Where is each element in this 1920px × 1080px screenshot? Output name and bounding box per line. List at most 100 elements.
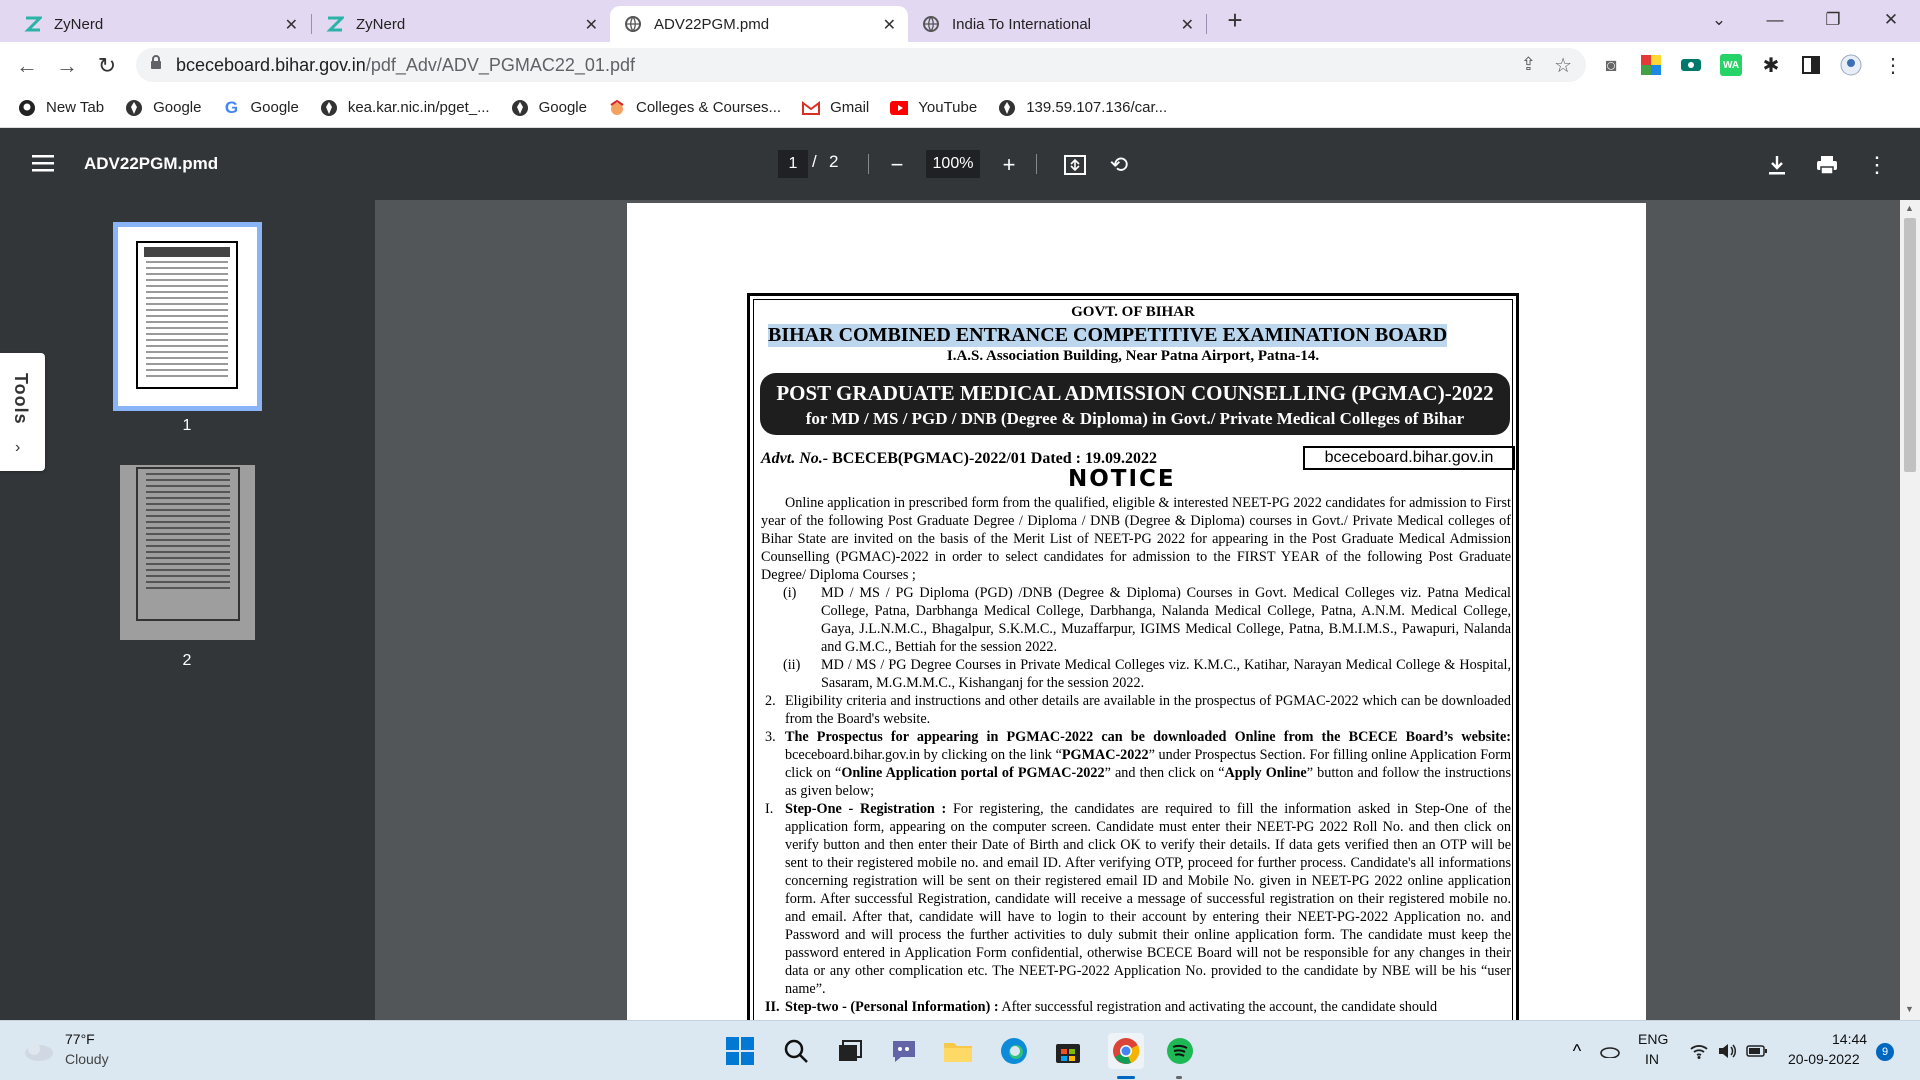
zoom-level-input[interactable]: 100% bbox=[926, 150, 980, 178]
notice-border: GOVT. OF BIHAR BIHAR COMBINED ENTRANCE C… bbox=[747, 293, 1519, 1033]
text-run: After successful registration and activa… bbox=[998, 999, 1438, 1015]
text-run: ” and then click on “ bbox=[1104, 765, 1225, 781]
page-thumbnail-2[interactable] bbox=[120, 465, 255, 640]
weather-condition: Cloudy bbox=[65, 1051, 109, 1067]
scroll-up-arrow-icon[interactable]: ▲ bbox=[1905, 203, 1914, 213]
vertical-scrollbar[interactable]: ▲ ▼ bbox=[1900, 200, 1920, 1020]
language-region[interactable]: IN bbox=[1645, 1051, 1659, 1067]
back-arrow-icon[interactable]: ← bbox=[12, 51, 42, 81]
tab-adv22pgm[interactable]: ADV22PGM.pmd ✕ bbox=[610, 6, 908, 42]
tab-india-to-international[interactable]: India To International ✕ bbox=[908, 6, 1206, 42]
close-icon[interactable]: ✕ bbox=[585, 15, 598, 35]
item-text: Eligibility criteria and instructions an… bbox=[785, 693, 1511, 727]
advt-value: BCECEB(PGMAC)-2022/01 Dated : 19.09.2022 bbox=[832, 450, 1157, 467]
globe-icon bbox=[998, 99, 1016, 117]
restore-icon[interactable]: ❐ bbox=[1808, 0, 1858, 40]
bookmark-google[interactable]: Google bbox=[511, 99, 587, 117]
color-extension-icon[interactable] bbox=[1640, 54, 1662, 76]
search-icon[interactable] bbox=[778, 1033, 814, 1069]
page-number-input[interactable]: 1 bbox=[778, 150, 808, 178]
meet-extension-icon[interactable] bbox=[1680, 54, 1702, 76]
tab-strip: ZyNerd ✕ ZyNerd ✕ ADV22PGM.pmd ✕ India T… bbox=[0, 0, 1920, 42]
print-icon[interactable] bbox=[1812, 150, 1842, 180]
bookmark-colleges[interactable]: Colleges & Courses... bbox=[608, 99, 781, 117]
cloud-weather-icon[interactable] bbox=[20, 1033, 56, 1069]
pdf-toolbar: ADV22PGM.pmd 1 / 2 − 100% + ⟲ ⋮ bbox=[0, 128, 1920, 200]
chrome-icon[interactable] bbox=[1108, 1033, 1144, 1069]
notification-badge[interactable]: 9 bbox=[1876, 1043, 1894, 1061]
reload-icon[interactable]: ↻ bbox=[92, 51, 122, 81]
google-icon: G bbox=[224, 97, 239, 117]
chevron-right-icon: › bbox=[15, 439, 21, 456]
wifi-icon[interactable] bbox=[1684, 1033, 1714, 1069]
new-tab-plus-icon[interactable]: + bbox=[1210, 0, 1260, 40]
bookmark-ip[interactable]: 139.59.107.136/car... bbox=[998, 99, 1167, 117]
teams-chat-icon[interactable] bbox=[886, 1033, 922, 1069]
tools-panel-toggle[interactable]: Tools › bbox=[0, 353, 45, 471]
running-app-indicator bbox=[1176, 1076, 1182, 1079]
tab-zynerd-2[interactable]: ZyNerd ✕ bbox=[312, 6, 610, 42]
scroll-down-arrow-icon[interactable]: ▼ bbox=[1905, 1004, 1914, 1014]
zoom-in-icon[interactable]: + bbox=[994, 150, 1024, 180]
microsoft-store-icon[interactable] bbox=[1050, 1033, 1086, 1069]
clock-time[interactable]: 14:44 bbox=[1832, 1031, 1867, 1047]
item-number: II. bbox=[765, 999, 780, 1015]
bookmark-star-icon[interactable]: ☆ bbox=[1554, 53, 1572, 78]
hamburger-menu-icon[interactable] bbox=[28, 148, 58, 178]
zoom-out-icon[interactable]: − bbox=[882, 150, 912, 180]
close-icon[interactable]: ✕ bbox=[883, 15, 896, 35]
close-icon[interactable]: ✕ bbox=[285, 15, 298, 35]
onedrive-cloud-icon[interactable] bbox=[1594, 1033, 1624, 1069]
browser-menu-icon[interactable]: ⋮ bbox=[1882, 54, 1904, 77]
toolbar-divider bbox=[1036, 154, 1037, 174]
page-thumbnail-1[interactable] bbox=[113, 222, 262, 411]
bookmark-label: YouTube bbox=[918, 99, 978, 116]
globe-icon bbox=[624, 15, 642, 33]
tab-search-chevron-icon[interactable]: ⌄ bbox=[1694, 0, 1744, 40]
profile-avatar[interactable] bbox=[1840, 54, 1862, 76]
window-close-icon[interactable]: ✕ bbox=[1866, 0, 1916, 40]
scrollbar-thumb[interactable] bbox=[1904, 218, 1916, 472]
camera-icon[interactable]: ◙ bbox=[1600, 54, 1622, 76]
task-view-icon[interactable] bbox=[832, 1033, 868, 1069]
file-explorer-icon[interactable] bbox=[940, 1033, 976, 1069]
windows-start-icon[interactable] bbox=[722, 1033, 758, 1069]
bookmark-google[interactable]: G Google bbox=[222, 97, 299, 117]
more-options-icon[interactable]: ⋮ bbox=[1862, 150, 1892, 180]
rotate-icon[interactable]: ⟲ bbox=[1104, 150, 1134, 180]
github-icon bbox=[18, 99, 36, 117]
extensions-puzzle-icon[interactable]: ✱ bbox=[1760, 54, 1782, 77]
chevron-up-icon[interactable]: ^ bbox=[1562, 1033, 1592, 1069]
fit-page-icon[interactable] bbox=[1060, 150, 1090, 180]
bookmark-new-tab[interactable]: New Tab bbox=[18, 99, 104, 117]
bookmark-youtube[interactable]: YouTube bbox=[890, 99, 977, 117]
edge-browser-icon[interactable] bbox=[996, 1033, 1032, 1069]
bookmark-label: Google bbox=[538, 99, 587, 116]
bookmark-label: 139.59.107.136/car... bbox=[1026, 99, 1168, 116]
bookmark-gmail[interactable]: Gmail bbox=[802, 99, 869, 117]
download-icon[interactable] bbox=[1762, 150, 1792, 180]
list-item: 2. Eligibility criteria and instructions … bbox=[761, 692, 1511, 728]
volume-icon[interactable] bbox=[1712, 1033, 1742, 1069]
item-text: Step-two - (Personal Information) : Afte… bbox=[785, 998, 1511, 1016]
whatsapp-extension-icon[interactable]: WA bbox=[1720, 54, 1742, 76]
bookmark-kea[interactable]: kea.kar.nic.in/pget_... bbox=[320, 99, 490, 117]
tab-zynerd-1[interactable]: ZyNerd ✕ bbox=[10, 6, 310, 42]
minimize-icon[interactable]: — bbox=[1750, 0, 1800, 40]
list-item: (i) MD / MS / PG Diploma (PGD) /DNB (Degr… bbox=[761, 584, 1511, 656]
clock-date[interactable]: 20-09-2022 bbox=[1788, 1051, 1860, 1067]
battery-icon[interactable] bbox=[1742, 1033, 1772, 1069]
share-icon[interactable]: ⇪ bbox=[1521, 54, 1536, 75]
tab-title: ZyNerd bbox=[54, 15, 104, 33]
forward-arrow-icon[interactable]: → bbox=[52, 51, 82, 81]
spotify-icon[interactable] bbox=[1162, 1033, 1198, 1069]
url-host: bceceboard.bihar.gov.in bbox=[176, 54, 366, 75]
address-bar[interactable]: bceceboard.bihar.gov.in/pdf_Adv/ADV_PGMA… bbox=[136, 48, 1586, 82]
close-icon[interactable]: ✕ bbox=[1181, 15, 1194, 35]
tab-title: ZyNerd bbox=[356, 15, 406, 33]
zynerd-icon bbox=[24, 15, 42, 33]
notice-heading: NOTICE bbox=[1068, 466, 1176, 492]
side-panel-icon[interactable] bbox=[1800, 54, 1822, 76]
bookmark-google[interactable]: Google bbox=[125, 99, 201, 117]
language-code[interactable]: ENG bbox=[1638, 1031, 1668, 1047]
